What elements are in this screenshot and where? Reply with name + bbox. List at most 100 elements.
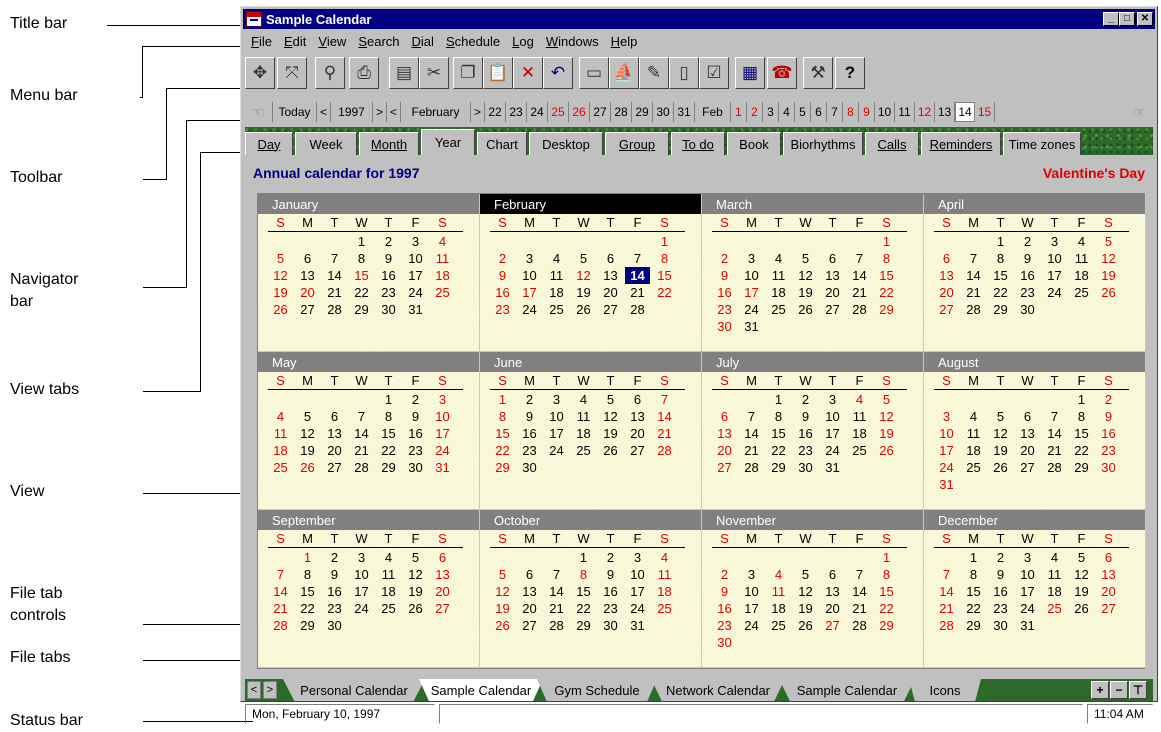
menu-item-help[interactable]: Help [605,32,644,52]
calendar-day[interactable]: 4 [1042,549,1067,566]
calendar-day[interactable]: 18 [430,267,455,284]
calendar-day[interactable]: 7 [268,566,293,583]
calendar-day[interactable]: 2 [793,391,818,408]
calendar-day[interactable]: 9 [403,408,428,425]
calendar-day[interactable]: 3 [544,391,569,408]
calendar-day[interactable]: 22 [1069,442,1094,459]
calendar-day[interactable]: 21 [847,600,872,617]
calendar-day[interactable]: 25 [1069,284,1094,301]
calendar-day[interactable]: 29 [874,301,899,318]
maximize-button[interactable]: □ [1119,12,1135,26]
calendar-day[interactable]: 21 [652,425,677,442]
calendar-day[interactable]: 29 [988,301,1013,318]
calendar-day[interactable]: 14 [934,583,959,600]
calendar-day[interactable]: 21 [1042,442,1067,459]
calendar-day[interactable]: 8 [874,566,899,583]
calendar-day[interactable]: 14 [652,408,677,425]
calendar-day[interactable]: 13 [322,425,347,442]
calendar-day[interactable]: 29 [1069,459,1094,476]
calendar-day[interactable]: 25 [766,301,791,318]
calendar-day[interactable]: 5 [403,549,428,566]
calendar-day[interactable]: 21 [739,442,764,459]
calendar-day[interactable]: 12 [295,425,320,442]
calendar-day[interactable]: 23 [712,301,737,318]
calendar-day[interactable]: 8 [874,250,899,267]
calendar-day[interactable]: 26 [1096,284,1121,301]
calendar-day[interactable]: 2 [376,233,401,250]
navigator-day[interactable]: 3 [763,102,779,122]
calendar-day[interactable]: 8 [349,250,374,267]
calendar-day[interactable]: 13 [820,583,845,600]
calendar-day[interactable]: 20 [295,284,320,301]
pointing-hand-left-icon[interactable]: ☜ [245,102,273,122]
calendar-day[interactable]: 28 [1042,459,1067,476]
calendar-day[interactable]: 21 [934,600,959,617]
calendar-day[interactable]: 7 [739,408,764,425]
calendar-day[interactable]: 2 [598,549,623,566]
navigator-day[interactable]: 10 [875,102,895,122]
month-name[interactable]: September [258,510,479,530]
calendar-day[interactable]: 29 [490,459,515,476]
calendar-day[interactable]: 31 [739,318,764,335]
calendar-day[interactable]: 5 [571,250,596,267]
calendar-day[interactable]: 17 [934,442,959,459]
month-name[interactable]: February [480,194,701,214]
calendar-day[interactable]: 4 [376,549,401,566]
calendar-day[interactable]: 6 [712,408,737,425]
calendar-day[interactable]: 10 [934,425,959,442]
calendar-day[interactable]: 8 [376,408,401,425]
calendar-day[interactable]: 6 [598,250,623,267]
calendar-day[interactable]: 22 [652,284,677,301]
calendar-day[interactable]: 6 [1015,408,1040,425]
file-tab-sample-calendar[interactable]: Sample Calendar [779,679,915,701]
tab-to-do[interactable]: To do [671,132,725,155]
calendar-day[interactable]: 16 [1096,425,1121,442]
calendar-day[interactable]: 25 [268,459,293,476]
calendar-day[interactable]: 10 [430,408,455,425]
calendar-day[interactable]: 1 [874,549,899,566]
calendar-day[interactable]: 23 [1015,284,1040,301]
calendar-day[interactable]: 2 [712,566,737,583]
calendar-app-icon[interactable] [246,11,262,28]
calendar-day[interactable]: 1 [1069,391,1094,408]
calendar-day[interactable]: 30 [712,634,737,651]
calendar-day[interactable]: 29 [376,459,401,476]
calendar-day[interactable]: 6 [517,566,542,583]
calendar-day[interactable]: 11 [430,250,455,267]
calendar-day[interactable]: 27 [517,617,542,634]
calendar-day[interactable]: 31 [403,301,428,318]
calendar-day[interactable]: 13 [1015,425,1040,442]
file-tab-prev-button[interactable]: < [247,681,261,699]
calendar-day[interactable]: 14 [847,267,872,284]
calendar-day[interactable]: 3 [934,408,959,425]
calendar-day[interactable]: 7 [652,391,677,408]
navigator-day[interactable]: 4 [779,102,795,122]
month-name[interactable]: August [924,352,1145,372]
tab-year[interactable]: Year [421,129,475,155]
find-button[interactable]: ⚲ [315,57,345,89]
calendar-day[interactable]: 2 [1096,391,1121,408]
calendar-day[interactable]: 15 [652,267,677,284]
calendar-day[interactable]: 27 [820,301,845,318]
calendar-day[interactable]: 26 [403,600,428,617]
calendar-day[interactable]: 20 [1015,442,1040,459]
today-button[interactable]: Today [273,102,317,122]
calendar-day[interactable]: 14 [268,583,293,600]
calendar-day[interactable]: 26 [490,617,515,634]
calendar-day[interactable]: 12 [793,267,818,284]
calendar-day[interactable]: 20 [712,442,737,459]
calendar-day[interactable]: 13 [712,425,737,442]
calendar-day[interactable]: 4 [847,391,872,408]
calendar-day[interactable]: 7 [544,566,569,583]
calendar-day[interactable]: 31 [430,459,455,476]
calendar-day[interactable]: 30 [376,301,401,318]
remove-file-tab-button[interactable]: − [1110,681,1128,699]
navigator-day[interactable]: 26 [569,102,590,122]
calendar-day[interactable]: 22 [988,284,1013,301]
calendar-day[interactable]: 23 [490,301,515,318]
calendar-day[interactable]: 27 [1096,600,1121,617]
tab-month[interactable]: Month [359,132,419,155]
calendar-day[interactable]: 6 [1096,549,1121,566]
calendar-day[interactable]: 12 [571,267,596,284]
calendar-day[interactable]: 11 [376,566,401,583]
